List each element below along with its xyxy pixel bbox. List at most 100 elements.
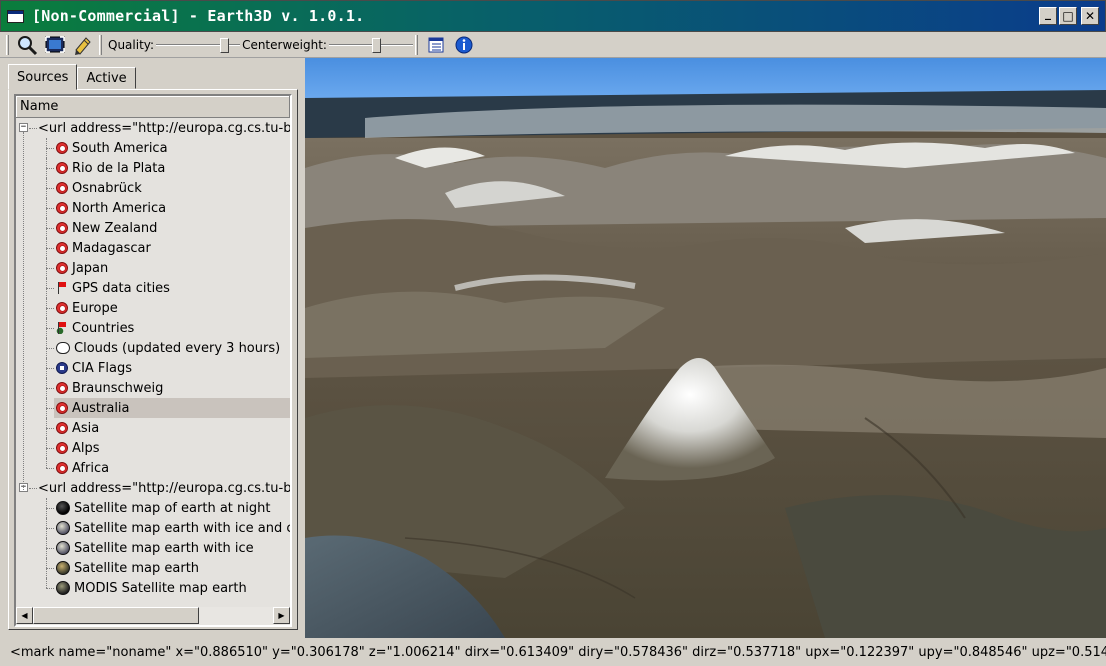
centerweight-slider[interactable] (328, 35, 413, 55)
target-icon (56, 182, 68, 194)
tree-connector (46, 548, 54, 549)
quality-slider[interactable] (156, 35, 241, 55)
tree-item[interactable]: North America (16, 198, 290, 218)
tree-root-node[interactable]: − <url address="http://europa.cg.cs.tu-bs… (16, 478, 290, 498)
tree-item[interactable]: Countries (16, 318, 290, 338)
scroll-left-button[interactable]: ◀ (16, 607, 33, 624)
tree-item-label: Clouds (updated every 3 hours) (74, 340, 281, 356)
tree-connector (46, 468, 54, 469)
quality-label: Quality: (108, 37, 155, 52)
globe-ice-icon (56, 521, 70, 535)
target-icon (56, 442, 68, 454)
tree-item[interactable]: Braunschweig (16, 378, 290, 398)
info-icon (455, 36, 473, 53)
edit-button[interactable] (69, 34, 97, 56)
tree-connector (29, 488, 37, 489)
earth-3d-viewport[interactable] (305, 58, 1106, 638)
cloud-icon (56, 342, 70, 354)
target-icon (56, 462, 68, 474)
zoom-button[interactable] (13, 34, 41, 56)
centerweight-slider-thumb[interactable] (371, 37, 381, 53)
minimize-button[interactable]: _ (1039, 7, 1057, 25)
tree-item[interactable]: Japan (16, 258, 290, 278)
tab-bar: Sources Active (8, 64, 136, 90)
close-button[interactable]: ✕ (1081, 7, 1099, 25)
tree-item-label: South America (72, 140, 168, 156)
tree-item[interactable]: Satellite map earth (16, 558, 290, 578)
tree-item-label: Africa (72, 460, 110, 476)
tree-item[interactable]: Europe (16, 298, 290, 318)
tree-connector (46, 588, 54, 589)
tree-item[interactable]: New Zealand (16, 218, 290, 238)
sources-tree-view[interactable]: Name − <url address="http://europa.cg.cs.… (14, 94, 292, 627)
tree-connector (29, 128, 37, 129)
tab-active[interactable]: Active (77, 67, 136, 89)
column-header-name[interactable]: Name (16, 96, 290, 118)
tree-item-label: Osnabrück (72, 180, 142, 196)
target-icon (56, 202, 68, 214)
tree-item-label: Satellite map earth (74, 560, 200, 576)
tree-item[interactable]: Rio de la Plata (16, 158, 290, 178)
terrain-render (305, 58, 1106, 638)
status-text: <mark name="noname" x="0.886510" y="0.30… (10, 644, 1106, 660)
tree-item[interactable]: Madagascar (16, 238, 290, 258)
tree-item[interactable]: Australia (46, 398, 290, 418)
tree-item[interactable]: CIA Flags (16, 358, 290, 378)
tree-item-label: Satellite map earth with ice (74, 540, 254, 556)
minimize-icon: _ (1045, 6, 1051, 20)
tree-item-label: Rio de la Plata (72, 160, 166, 176)
scrollbar-thumb[interactable] (33, 607, 199, 624)
globe-night-icon (56, 501, 70, 515)
sources-panel: Sources Active Name − <url address="http:… (0, 58, 305, 638)
tab-sources[interactable]: Sources (8, 64, 78, 90)
centerweight-label: Centerweight: (242, 37, 327, 52)
tree-item[interactable]: Satellite map of earth at night (16, 498, 290, 518)
toolbar: Quality: Centerweight: (0, 32, 1106, 58)
tree-connector (46, 458, 47, 468)
tree-item[interactable]: Alps (16, 438, 290, 458)
close-icon: ✕ (1084, 9, 1096, 23)
horizontal-scrollbar[interactable]: ◀ ▶ (16, 607, 290, 625)
tree-connector (46, 308, 54, 309)
tree-connector (23, 132, 24, 492)
tree-item[interactable]: Asia (16, 418, 290, 438)
list-button[interactable] (422, 34, 450, 56)
tree-item[interactable]: Osnabrück (16, 178, 290, 198)
tab-content: Name − <url address="http://europa.cg.cs.… (8, 89, 298, 630)
quality-slider-thumb[interactable] (220, 37, 230, 53)
tree-connector (46, 248, 54, 249)
tree-item-label: Australia (72, 400, 130, 416)
tree-connector (46, 408, 54, 409)
title-bar[interactable]: [Non-Commercial] - Earth3D v. 1.0.1. _ □… (0, 0, 1106, 32)
tree-connector (46, 328, 54, 329)
tree-item-label: GPS data cities (72, 280, 170, 296)
toolbar-separator (99, 34, 102, 55)
list-icon (428, 37, 444, 52)
tree-item[interactable]: GPS data cities (16, 278, 290, 298)
tree-item[interactable]: Satellite map earth with ice and clouds (16, 518, 290, 538)
edit-icon (75, 36, 91, 55)
tree-item[interactable]: Clouds (updated every 3 hours) (16, 338, 290, 358)
scroll-right-button[interactable]: ▶ (273, 607, 290, 624)
maximize-button[interactable]: □ (1059, 7, 1077, 25)
tree-item[interactable]: MODIS Satellite map earth (16, 578, 290, 598)
app-window-icon (7, 9, 24, 23)
centerweight-slider-track (328, 43, 413, 46)
tree-item[interactable]: South America (16, 138, 290, 158)
tree-item[interactable]: Africa (16, 458, 290, 478)
info-button[interactable] (450, 34, 478, 56)
sources-tree: − <url address="http://europa.cg.cs.tu-bs… (16, 118, 290, 598)
collapse-icon[interactable]: − (19, 123, 28, 132)
target-icon (56, 162, 68, 174)
flag-icon (56, 282, 68, 294)
tree-connector (46, 388, 54, 389)
tree-connector (46, 528, 54, 529)
toolbar-grip[interactable] (6, 34, 9, 55)
screenshot-button[interactable] (41, 34, 69, 56)
tree-root-node[interactable]: − <url address="http://europa.cg.cs.tu-bs… (16, 118, 290, 138)
globe-ice-icon (56, 541, 70, 555)
screenshot-icon (45, 35, 65, 53)
tree-item-label: Europe (72, 300, 118, 316)
target-icon (56, 402, 68, 414)
tree-item[interactable]: Satellite map earth with ice (16, 538, 290, 558)
